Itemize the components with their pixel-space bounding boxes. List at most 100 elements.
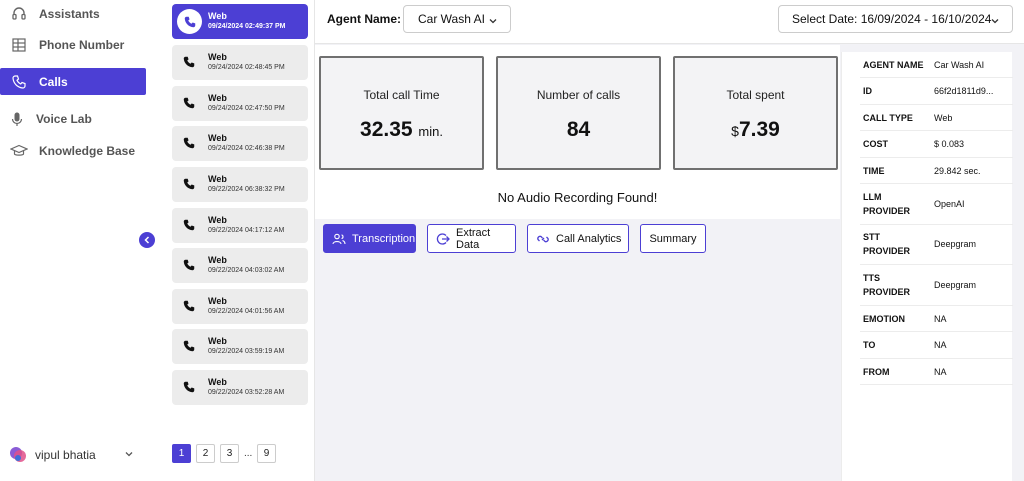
page-button-2[interactable]: 2 [196,444,215,463]
call-type: Web [208,336,227,346]
list-item[interactable]: Web 09/24/2024 02:46:38 PM [172,126,308,161]
stat-total-call-time: Total call Time 32.35 min. [319,56,484,170]
stat-unit: min. [418,124,443,139]
stat-value: $7.39 [675,118,836,142]
collapse-sidebar-button[interactable] [139,232,155,248]
sidebar-item-phone-number[interactable]: Phone Number [0,31,146,58]
stat-label: Total spent [726,88,785,102]
sidebar-item-label: Knowledge Base [39,143,136,158]
stat-total-spent: Total spent $7.39 [673,56,838,170]
sidebar-item-label: Phone Number [39,37,125,52]
pagination: 1 2 3 ... 9 [172,444,276,463]
sidebar: Assistants Phone Number Calls Voice Lab … [0,0,160,481]
call-time: 09/22/2024 06:38:32 PM [208,186,285,193]
phone-icon [182,380,198,396]
call-time: 09/22/2024 03:59:19 AM [208,348,285,355]
chevron-left-icon [143,231,151,249]
list-item[interactable]: Web 09/22/2024 04:03:02 AM [172,248,308,283]
page-button-1[interactable]: 1 [172,444,191,463]
stat-number: 32.35 [360,118,413,141]
detail-value: NA [934,314,947,324]
call-time: 09/24/2024 02:48:45 PM [208,64,285,71]
user-menu[interactable]: vipul bhatia [8,445,133,465]
call-type: Web [208,11,227,21]
sidebar-item-label: Calls [39,74,68,89]
tab-extract-data[interactable]: Extract Data [427,224,516,253]
stat-number-of-calls: Number of calls 84 [496,56,661,170]
list-item[interactable]: Web 09/22/2024 04:17:12 AM [172,208,308,243]
tab-label: Extract Data [456,226,491,251]
agent-name-label: Agent Name: [327,12,402,26]
page-ellipsis: ... [244,448,253,459]
sidebar-item-knowledge-base[interactable]: Knowledge Base [0,137,146,164]
sidebar-item-assistants[interactable]: Assistants [0,0,146,27]
detail-key: EMOTION [863,314,905,324]
list-item[interactable]: Web 09/24/2024 02:49:37 PM [172,4,308,39]
export-icon [436,232,450,246]
detail-value: 66f2d1811d9... [934,86,994,96]
phone-icon [182,339,198,355]
detail-row-time: TIME 29.842 sec. [860,158,1013,184]
detail-row-cost: COST $ 0.083 [860,131,1013,158]
tab-call-analytics[interactable]: Call Analytics [527,224,629,253]
tab-transcription[interactable]: Transcription [323,224,416,253]
detail-value: OpenAI [934,199,965,209]
list-item[interactable]: Web 09/22/2024 03:52:28 AM [172,370,308,405]
call-type: Web [208,296,227,306]
call-time: 09/22/2024 04:03:02 AM [208,267,285,274]
chevron-down-icon [124,448,134,462]
agent-select[interactable]: Car Wash AI [403,5,511,33]
sidebar-item-calls[interactable]: Calls [0,68,146,95]
phone-icon [182,299,198,315]
call-details-panel: AGENT NAME Car Wash AI ID 66f2d1811d9...… [841,52,1013,481]
detail-row-emotion: EMOTION NA [860,306,1013,332]
detail-value: $ 0.083 [934,139,965,149]
page-button-last[interactable]: 9 [257,444,276,463]
tab-label: Summary [649,232,697,245]
list-item[interactable]: Web 09/24/2024 02:48:45 PM [172,45,308,80]
list-item[interactable]: Web 09/22/2024 06:38:32 PM [172,167,308,202]
call-time: 09/24/2024 02:46:38 PM [208,145,285,152]
agent-select-value: Car Wash AI [418,12,485,26]
phone-icon [182,218,198,234]
chevron-down-icon [488,15,498,29]
tab-label: Call Analytics [556,232,622,245]
phone-icon [10,73,28,91]
phone-icon [182,55,198,71]
detail-key: FROM [863,367,890,377]
detail-key: AGENT NAME [863,60,924,70]
detail-key: TO [863,340,876,350]
list-item[interactable]: Web 09/22/2024 04:01:56 AM [172,289,308,324]
detail-key: CALL TYPE [863,113,913,123]
detail-row-call-type: CALL TYPE Web [860,105,1013,131]
detail-row-llm-provider: LLM PROVIDER OpenAI [860,184,1013,225]
page-button-3[interactable]: 3 [220,444,239,463]
sidebar-item-voice-lab[interactable]: Voice Lab [0,105,146,132]
stat-value: 84 [566,118,591,141]
detail-row-to: TO NA [860,332,1013,359]
headset-icon [10,5,28,23]
header: Agent Name: Car Wash AI Select Date: 16/… [315,0,1024,44]
detail-value: NA [934,340,947,350]
call-time: 09/22/2024 04:01:56 AM [208,308,285,315]
list-item[interactable]: Web 09/24/2024 02:47:50 PM [172,86,308,121]
sidebar-item-label: Voice Lab [36,111,92,126]
call-list: Web 09/24/2024 02:49:37 PM Web 09/24/202… [168,0,314,481]
detail-key: STT PROVIDER [863,232,911,256]
stats-row: Total call Time 32.35 min. Number of cal… [315,45,840,176]
detail-value: Web [934,113,953,123]
detail-key: TIME [863,166,885,176]
avatar [8,445,28,465]
stat-label: Total call Time [363,88,440,102]
list-item[interactable]: Web 09/22/2024 03:59:19 AM [172,329,308,364]
grid-icon [10,36,28,54]
date-range-select[interactable]: Select Date: 16/09/2024 - 16/10/2024 [778,5,1013,33]
stat-label: Number of calls [536,88,621,102]
graduation-cap-icon [10,142,28,160]
phone-icon [182,136,198,152]
call-time: 09/24/2024 02:49:37 PM [208,23,286,30]
tab-summary[interactable]: Summary [640,224,706,253]
detail-row-tts-provider: TTS PROVIDER Deepgram [860,265,1013,306]
microphone-icon [8,110,26,128]
call-type: Web [208,174,227,184]
